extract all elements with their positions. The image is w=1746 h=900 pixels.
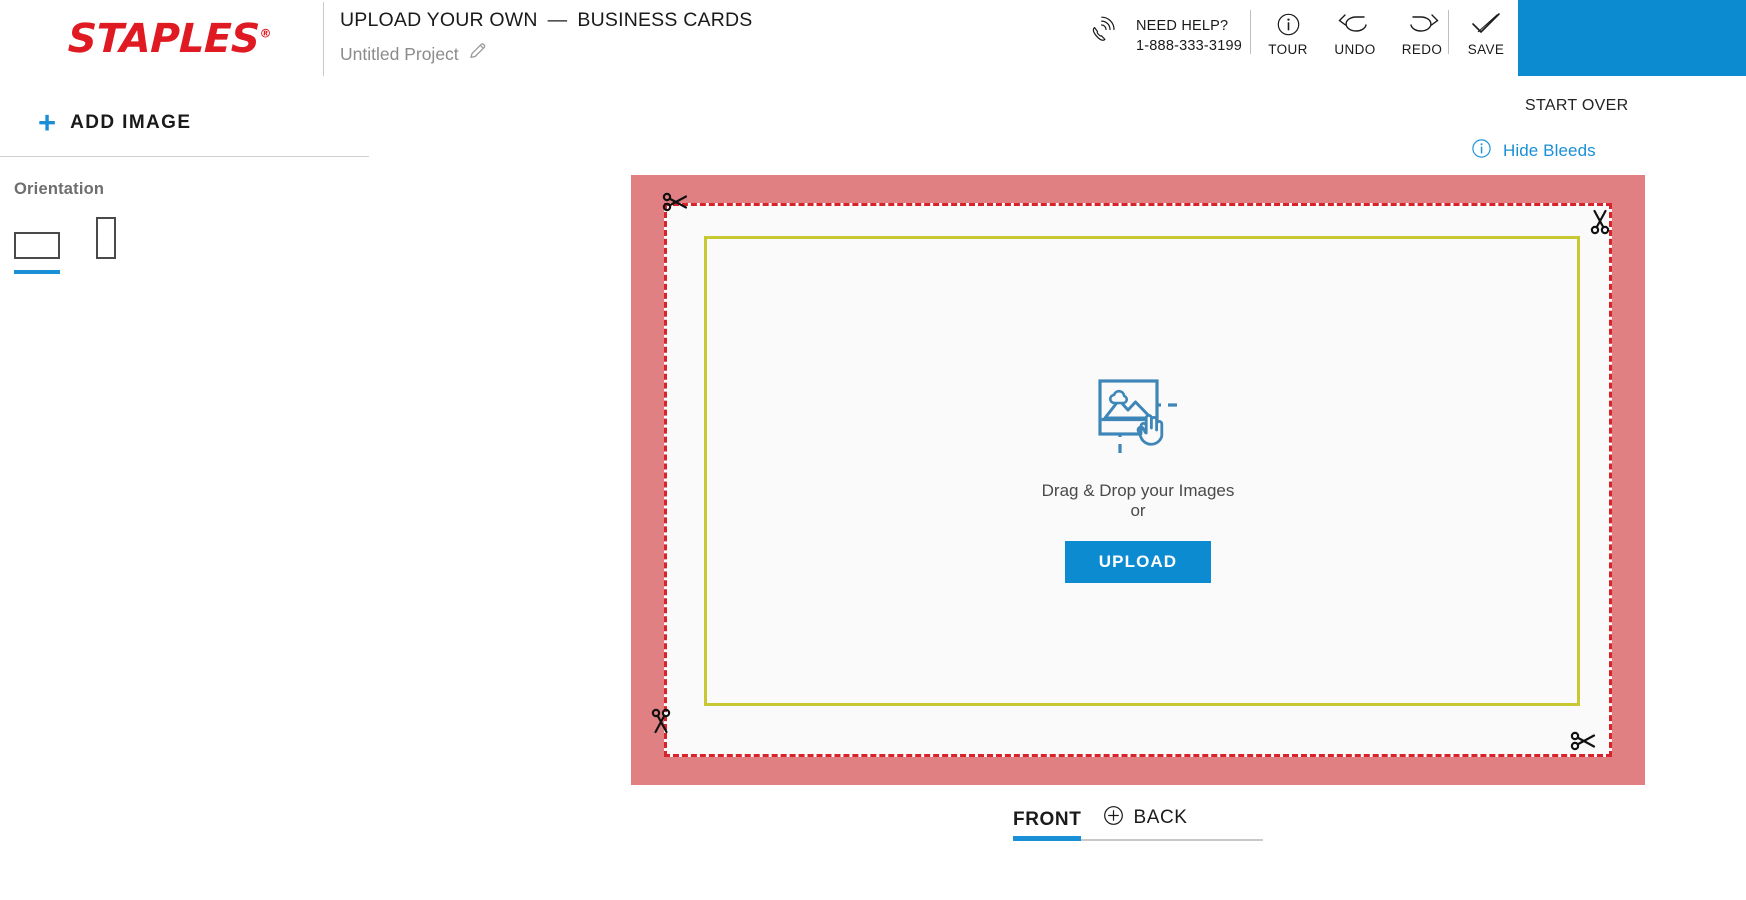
side-tabs: FRONT BACK xyxy=(1013,805,1263,841)
title-block: UPLOAD YOUR OWN — BUSINESS CARDS Untitled … xyxy=(340,6,752,66)
project-name: Untitled Project xyxy=(340,43,459,64)
need-help-block[interactable]: NEED HELP? 1-888-333-3199 xyxy=(1085,14,1242,57)
left-sidebar: + ADD IMAGE Orientation xyxy=(0,88,369,900)
tab-front[interactable]: FRONT xyxy=(1013,809,1082,841)
undo-label: UNDO xyxy=(1334,42,1376,57)
tab-front-label: FRONT xyxy=(1013,809,1082,830)
save-label: SAVE xyxy=(1467,42,1505,57)
need-help-label: NEED HELP? xyxy=(1136,17,1229,34)
dropzone-prompt: Drag & Drop your Images xyxy=(1041,480,1235,500)
pencil-icon[interactable] xyxy=(468,41,488,66)
dropzone-or-label: or xyxy=(1130,500,1146,520)
tour-button[interactable]: TOUR xyxy=(1251,8,1325,57)
save-button[interactable]: SAVE xyxy=(1449,8,1523,57)
undo-arrow-icon xyxy=(1318,8,1392,40)
orientation-selected-indicator xyxy=(14,270,60,274)
staples-logo-text: STAPLES® xyxy=(67,16,272,62)
tour-label: TOUR xyxy=(1268,42,1308,57)
undo-button[interactable]: UNDO xyxy=(1318,8,1392,57)
staples-logo[interactable]: STAPLES® xyxy=(67,14,298,64)
tab-back[interactable]: BACK xyxy=(1103,805,1187,839)
registered-mark: ® xyxy=(259,26,272,41)
add-image-label: ADD IMAGE xyxy=(70,112,192,133)
image-dropzone[interactable]: Drag & Drop your Images or UPLOAD xyxy=(667,206,1609,754)
orientation-portrait-option[interactable] xyxy=(96,217,116,274)
landscape-shape-icon xyxy=(14,232,60,259)
tab-back-label: BACK xyxy=(1133,807,1188,828)
page-title-separator: — xyxy=(547,9,568,31)
trim-line-box[interactable]: Drag & Drop your Images or UPLOAD xyxy=(664,203,1612,757)
page-title-primary: UPLOAD YOUR OWN xyxy=(340,9,538,31)
checkmark-icon xyxy=(1449,8,1523,40)
portrait-shape-icon xyxy=(96,217,116,259)
info-circle-icon xyxy=(1471,138,1492,164)
header-divider xyxy=(323,2,324,76)
phone-ringing-icon xyxy=(1085,14,1123,57)
add-image-button[interactable]: + ADD IMAGE xyxy=(0,88,369,156)
page-title: UPLOAD YOUR OWN — BUSINESS CARDS xyxy=(340,6,752,34)
orientation-options xyxy=(0,199,369,274)
primary-action-button[interactable] xyxy=(1518,0,1746,76)
hide-bleeds-toggle[interactable]: Hide Bleeds xyxy=(1471,138,1596,164)
plus-icon: + xyxy=(38,105,57,140)
plus-circle-icon xyxy=(1103,805,1124,831)
project-name-row[interactable]: Untitled Project xyxy=(340,41,752,66)
need-help-texts: NEED HELP? 1-888-333-3199 xyxy=(1136,16,1242,56)
help-phone-number: 1-888-333-3199 xyxy=(1136,37,1242,54)
start-over-label[interactable]: START OVER xyxy=(1525,97,1746,115)
upload-button[interactable]: UPLOAD xyxy=(1064,540,1212,583)
info-circle-icon xyxy=(1251,8,1325,40)
orientation-section-title: Orientation xyxy=(14,180,105,198)
orientation-unselected-indicator xyxy=(96,270,116,274)
hide-bleeds-label: Hide Bleeds xyxy=(1503,141,1596,160)
bleed-area: Drag & Drop your Images or UPLOAD xyxy=(631,175,1645,785)
app-header: STAPLES® UPLOAD YOUR OWN — BUSINESS CARDS … xyxy=(0,0,1746,114)
orientation-landscape-option[interactable] xyxy=(14,232,60,274)
image-upload-drag-icon xyxy=(1097,378,1184,465)
page-title-secondary: BUSINESS CARDS xyxy=(577,9,753,31)
